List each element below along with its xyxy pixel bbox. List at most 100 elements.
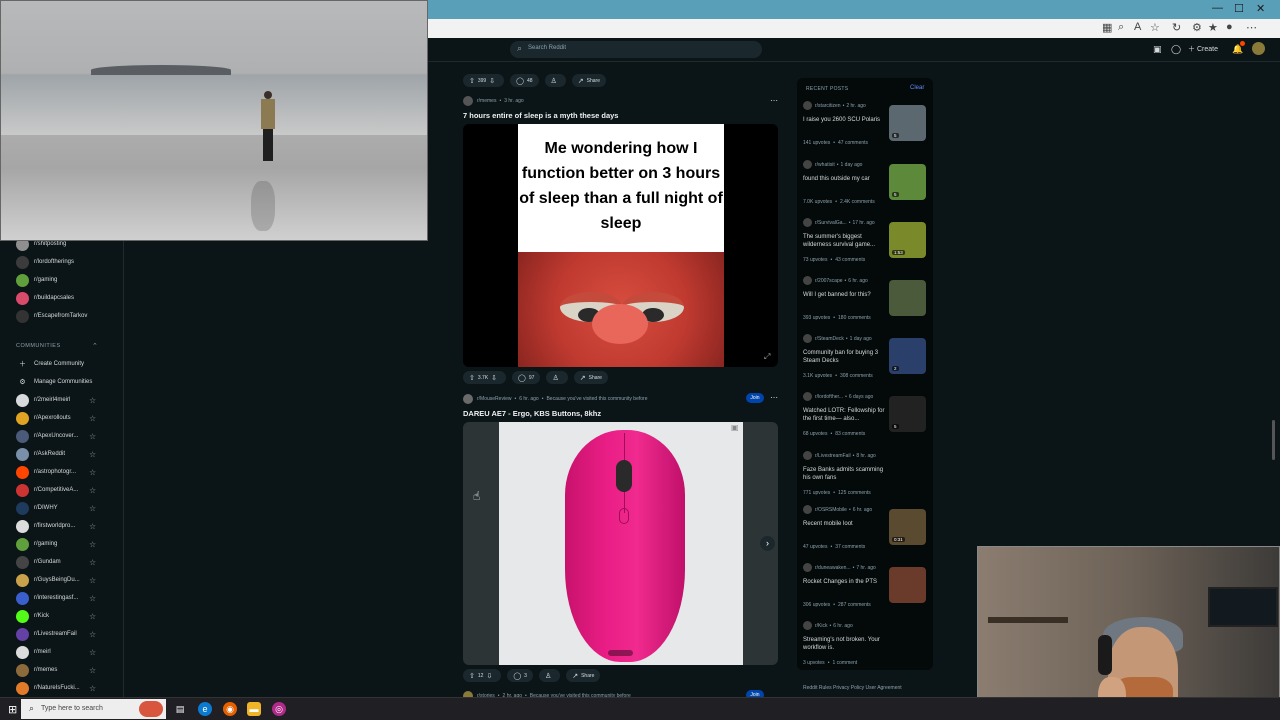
profile-icon[interactable]: ● [1226,21,1233,33]
star-icon[interactable]: ☆ [89,432,96,441]
more-menu-icon[interactable]: ⋯ [1246,21,1257,34]
taskbar-search-input[interactable]: ⌕ Type here to search [21,699,166,719]
downvote-icon[interactable]: ⇩ [489,77,495,85]
star-icon[interactable]: ☆ [89,414,96,423]
recent-post-subreddit[interactable]: r/duneawaken... • 7 hr. ago [803,563,876,572]
sidebar-community-item[interactable]: r/firstworldpro... ☆ [16,519,96,533]
recent-post-subreddit[interactable]: r/SurvivalGa... • 17 hr. ago [803,218,875,227]
more-options-icon[interactable]: ⋯ [770,96,778,105]
star-icon[interactable]: ☆ [89,594,96,603]
downvote-icon[interactable]: ⇩ [486,672,492,680]
award-button[interactable]: ♙ [544,74,566,87]
recent-post-title[interactable]: found this outside my car [803,175,887,183]
favorites-icon[interactable]: ★ [1208,21,1218,34]
recent-post-title[interactable]: The summer's biggest wilderness survival… [803,233,887,249]
extensions-icon[interactable]: ⚙ [1192,21,1202,34]
star-icon[interactable]: ☆ [89,522,96,531]
award-button[interactable]: ♙ [538,669,561,682]
recent-post-subreddit[interactable]: r/OSRSMobile • 6 hr. ago [803,505,872,514]
sidebar-community-item[interactable]: r/interestingasf... ☆ [16,591,96,605]
vote-pill[interactable]: ⇧ 12 ⇩ [463,669,502,682]
file-explorer-icon[interactable]: ▬ [247,702,261,716]
sidebar-community-item[interactable]: r/DIWHY ☆ [16,501,96,515]
sidebar-community-item[interactable]: r/astrophotogr... ☆ [16,465,96,479]
favorite-star-icon[interactable]: ☆ [1150,21,1160,34]
upvote-icon[interactable]: ⇧ [469,672,475,680]
sidebar-community-item[interactable]: r/meirl ☆ [16,645,96,659]
sidebar-recent-item[interactable]: r/lordoftherings [16,255,74,269]
page-scrollbar[interactable] [1272,420,1275,460]
more-options-icon[interactable]: ⋯ [770,393,778,402]
sidebar-community-item[interactable]: r/2meirl4meirl ☆ [16,393,96,407]
sidebar-community-item[interactable]: r/LivestreamFail ☆ [16,627,96,641]
star-icon[interactable]: ☆ [89,450,96,459]
star-icon[interactable]: ☆ [89,504,96,513]
recent-post-subreddit[interactable]: r/Kick • 6 hr. ago [803,621,853,630]
search-input[interactable]: ⌕ Search Reddit [510,41,762,58]
recent-post-thumbnail[interactable] [889,567,926,603]
close-window-button[interactable]: ✕ [1256,2,1265,15]
subreddit-link[interactable]: r/memes [477,98,496,104]
chat-icon[interactable]: ◯ [1171,44,1181,55]
star-icon[interactable]: ☆ [89,558,96,567]
comments-button[interactable]: ◯ 3 [507,669,533,682]
upvote-icon[interactable]: ⇧ [469,374,475,382]
recent-post-subreddit[interactable]: r/2007scape • 6 hr. ago [803,276,868,285]
sidebar-community-item[interactable]: r/Gundam ☆ [16,555,96,569]
refresh-icon[interactable]: ↻ [1172,21,1181,34]
upvote-icon[interactable]: ⇧ [469,77,475,85]
star-icon[interactable]: ☆ [89,612,96,621]
post-title[interactable]: 7 hours entire of sleep is a myth these … [463,111,618,120]
firefox-icon[interactable]: ◉ [223,702,237,716]
create-button[interactable]: ＋ Create [1188,44,1218,54]
star-icon[interactable]: ☆ [89,630,96,639]
read-aloud-icon[interactable]: A [1134,21,1141,33]
recent-post-title[interactable]: I raise you 2600 SCU Polaris [803,116,887,124]
sidebar-community-item[interactable]: r/Apexrollouts ☆ [16,411,96,425]
create-community-button[interactable]: ＋ Create Community [16,357,84,371]
subreddit-avatar[interactable] [463,394,473,404]
vote-pill[interactable]: ⇧ 3.7K ⇩ [463,371,507,384]
star-icon[interactable]: ☆ [89,666,96,675]
recent-post-thumbnail[interactable] [889,280,926,316]
sidebar-community-item[interactable]: r/memes ☆ [16,663,96,677]
sidebar-recent-item[interactable]: r/EscapefromTarkov [16,309,87,323]
obs-icon[interactable]: ◎ [272,702,286,716]
sidebar-community-item[interactable]: r/GuysBeingDu... ☆ [16,573,96,587]
share-button[interactable]: ↗ Share [566,669,601,682]
recent-post-subreddit[interactable]: r/lordofther... • 6 days ago [803,392,873,401]
downvote-icon[interactable]: ⇩ [491,374,497,382]
join-button[interactable]: Join [746,393,764,403]
star-icon[interactable]: ☆ [89,576,96,585]
communities-section-header[interactable]: COMMUNITIES ⌃ [16,343,98,350]
edge-browser-icon[interactable]: e [198,702,212,716]
minimize-button[interactable]: — [1212,2,1223,14]
star-icon[interactable]: ☆ [89,648,96,657]
sidebar-recent-item[interactable]: r/gaming [16,273,57,287]
sidebar-community-item[interactable]: r/Kick ☆ [16,609,96,623]
comments-button[interactable]: ◯ 48 [510,74,539,87]
subreddit-link[interactable]: r/MouseReview [477,396,511,402]
recent-post-title[interactable]: Rocket Changes in the PTS [803,578,887,586]
advertise-icon[interactable]: ▣ [1153,44,1162,55]
chevron-up-icon[interactable]: ⌃ [92,342,98,350]
comments-button[interactable]: ◯ 97 [512,371,541,384]
recent-post-title[interactable]: Recent mobile loot [803,520,887,528]
subreddit-avatar[interactable] [463,96,473,106]
post-title[interactable]: DAREU AE7 - Ergo, KBS Buttons, 8khz [463,409,601,418]
recent-post-subreddit[interactable]: r/SteamDeck • 1 day ago [803,334,872,343]
recent-post-subreddit[interactable]: r/whatisit • 1 day ago [803,160,862,169]
sidebar-community-item[interactable]: r/CompetitiveA... ☆ [16,483,96,497]
expand-media-icon[interactable]: ⤢ [764,352,770,362]
user-avatar[interactable] [1252,42,1265,55]
recent-post-title[interactable]: Will I get banned for this? [803,291,887,299]
sidebar-community-item[interactable]: r/AskReddit ☆ [16,447,96,461]
recent-post-title[interactable]: Streaming's not broken. Your workflow is… [803,636,887,652]
reader-view-icon[interactable]: ▦ [1102,21,1112,34]
carousel-next-button[interactable]: › [760,536,775,551]
sidebar-community-item[interactable]: r/NatureIsFucki... ☆ [16,681,96,695]
zoom-icon[interactable]: ⌕ [1118,21,1124,34]
recent-post-title[interactable]: Watched LOTR: Fellowship for the first t… [803,407,887,423]
share-button[interactable]: ↗ Share [571,74,606,87]
clear-recent-button[interactable]: Clear [910,85,924,91]
